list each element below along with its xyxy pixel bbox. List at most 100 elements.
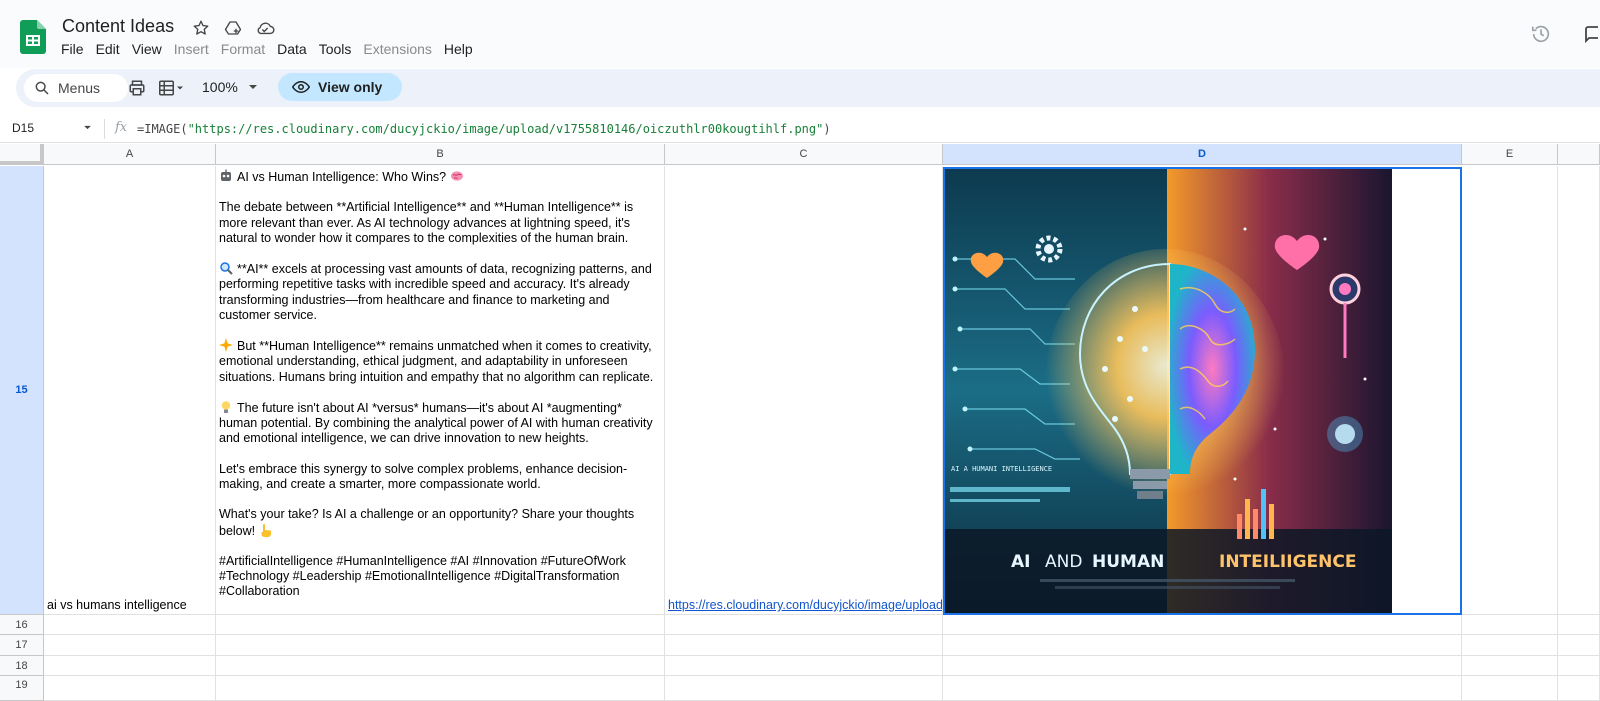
pointing-hand-emoji-icon — [261, 523, 271, 537]
cell-f15[interactable] — [1558, 166, 1600, 615]
cell-a15[interactable]: ai vs humans intelligence — [44, 166, 216, 615]
title-bar: Content Ideas File Edit View Insert Form… — [0, 0, 1600, 68]
cell-d17[interactable] — [943, 635, 1462, 656]
cell-c18[interactable] — [665, 656, 943, 676]
history-icon[interactable] — [1530, 23, 1552, 45]
post-paragraph-1: The debate between **Artificial Intellig… — [219, 200, 634, 245]
cell-e15[interactable] — [1462, 166, 1558, 615]
post-paragraph-3: But **Human Intelligence** remains unmat… — [219, 339, 654, 384]
cell-f16[interactable] — [1558, 615, 1600, 635]
move-to-drive-icon[interactable] — [222, 17, 244, 39]
menu-tools[interactable]: Tools — [318, 41, 359, 57]
row-header-18[interactable]: 18 — [0, 656, 44, 676]
chevron-down-icon[interactable] — [83, 125, 92, 130]
formula-input[interactable]: =IMAGE("https://res.cloudinary.com/ducyj… — [137, 122, 831, 136]
column-header-e[interactable]: E — [1462, 144, 1558, 165]
cell-a17[interactable] — [44, 635, 216, 656]
search-icon — [35, 81, 49, 95]
chevron-down-icon — [248, 85, 257, 89]
menu-data[interactable]: Data — [276, 41, 314, 57]
cell-c16[interactable] — [665, 615, 943, 635]
post-paragraph-6-line: What's your take? Is AI a challenge or a… — [219, 507, 660, 538]
name-box[interactable]: D15 — [12, 121, 34, 135]
cell-f19[interactable] — [1558, 676, 1600, 701]
print-button[interactable] — [128, 78, 146, 98]
select-all-corner[interactable] — [0, 144, 44, 165]
toolbar: Menus 100% View only — [16, 69, 1600, 107]
sparkle-emoji-icon — [219, 338, 233, 353]
formula-string: "https://res.cloudinary.com/ducyjckio/im… — [187, 122, 824, 136]
post-paragraph-2-line: **AI** excels at processing vast amounts… — [219, 261, 660, 323]
row-header-15[interactable]: 15 — [0, 166, 44, 615]
formula-bar: D15 fx =IMAGE("https://res.cloudinary.co… — [0, 115, 1600, 143]
cell-c17[interactable] — [665, 635, 943, 656]
image-small-label: AI A HUMANI INTELLIGENCE — [951, 465, 1052, 473]
image-title-and: AND — [1045, 552, 1082, 572]
menu-edit[interactable]: Edit — [95, 41, 127, 57]
view-only-button[interactable]: View only — [278, 73, 402, 101]
cell-b15-text: AI vs Human Intelligence: Who Wins? The … — [219, 169, 660, 600]
post-title-line: AI vs Human Intelligence: Who Wins? — [219, 169, 660, 185]
menu-file[interactable]: File — [60, 41, 91, 57]
row-header-19[interactable]: 19 — [0, 676, 44, 701]
eye-icon — [292, 80, 310, 94]
cell-e17[interactable] — [1462, 635, 1558, 656]
divider — [104, 119, 105, 139]
menu-format: Format — [220, 41, 266, 57]
star-icon[interactable] — [190, 17, 212, 39]
view-only-label: View only — [318, 79, 383, 95]
column-header-f[interactable] — [1558, 144, 1600, 165]
cell-c19[interactable] — [665, 676, 943, 701]
cell-e19[interactable] — [1462, 676, 1558, 701]
brain-emoji-icon — [450, 171, 463, 181]
cell-d18[interactable] — [943, 656, 1462, 676]
comments-icon[interactable] — [1584, 24, 1600, 44]
post-hashtags: #ArtificialIntelligence #HumanIntelligen… — [219, 553, 626, 599]
image-url-link[interactable]: https://res.cloudinary.com/ducyjckio/ima… — [668, 598, 942, 612]
menu-view[interactable]: View — [131, 41, 169, 57]
cell-e18[interactable] — [1462, 656, 1558, 676]
cell-c15[interactable]: https://res.cloudinary.com/ducyjckio/ima… — [665, 166, 943, 615]
cell-b15[interactable]: AI vs Human Intelligence: Who Wins? The … — [216, 166, 665, 615]
image-title-ai: AI — [1011, 552, 1030, 572]
cell-f18[interactable] — [1558, 656, 1600, 676]
column-header-d[interactable]: D — [943, 144, 1462, 165]
column-header-b[interactable]: B — [216, 144, 665, 165]
row-header-16[interactable]: 16 — [0, 615, 44, 635]
cell-a15-text: ai vs humans intelligence — [47, 598, 187, 612]
cell-d19[interactable] — [943, 676, 1462, 701]
row-header-17[interactable]: 17 — [0, 635, 44, 656]
cell-image-ai-vs-human[interactable]: AI A HUMANI INTELLIGENCE AI AND HUMAN IN… — [945, 169, 1392, 613]
print-icon — [129, 80, 145, 96]
cell-a19[interactable] — [44, 676, 216, 701]
post-paragraph-3-line: But **Human Intelligence** remains unmat… — [219, 338, 660, 385]
robot-emoji-icon — [221, 169, 231, 181]
cell-b17[interactable] — [216, 635, 665, 656]
search-menus-label: Menus — [58, 80, 101, 96]
column-header-a[interactable]: A — [44, 144, 216, 165]
post-paragraph-6: What's your take? Is AI a challenge or a… — [219, 507, 635, 538]
menu-extensions: Extensions — [363, 41, 432, 57]
cell-b18[interactable] — [216, 656, 665, 676]
search-menus-button[interactable]: Menus — [24, 74, 128, 102]
column-header-c[interactable]: C — [665, 144, 943, 165]
cell-a18[interactable] — [44, 656, 216, 676]
cell-b19[interactable] — [216, 676, 665, 701]
function-icon: fx — [115, 120, 128, 135]
magnifier-emoji-icon — [220, 262, 233, 275]
menu-help[interactable]: Help — [443, 41, 480, 57]
sheets-logo-icon[interactable] — [20, 20, 46, 54]
cell-e16[interactable] — [1462, 615, 1558, 635]
cloud-status-icon[interactable] — [254, 17, 276, 39]
post-paragraph-2: **AI** excels at processing vast amounts… — [219, 262, 652, 322]
zoom-value: 100% — [202, 79, 238, 95]
zoom-select[interactable]: 100% — [202, 79, 258, 95]
cell-a16[interactable] — [44, 615, 216, 635]
cell-b16[interactable] — [216, 615, 665, 635]
paint-format-icon — [159, 80, 183, 96]
document-title[interactable]: Content Ideas — [62, 16, 174, 37]
paint-format-button[interactable] — [156, 78, 186, 98]
cell-f17[interactable] — [1558, 635, 1600, 656]
menu-bar: File Edit View Insert Format Data Tools … — [60, 41, 484, 57]
cell-d16[interactable] — [943, 615, 1462, 635]
